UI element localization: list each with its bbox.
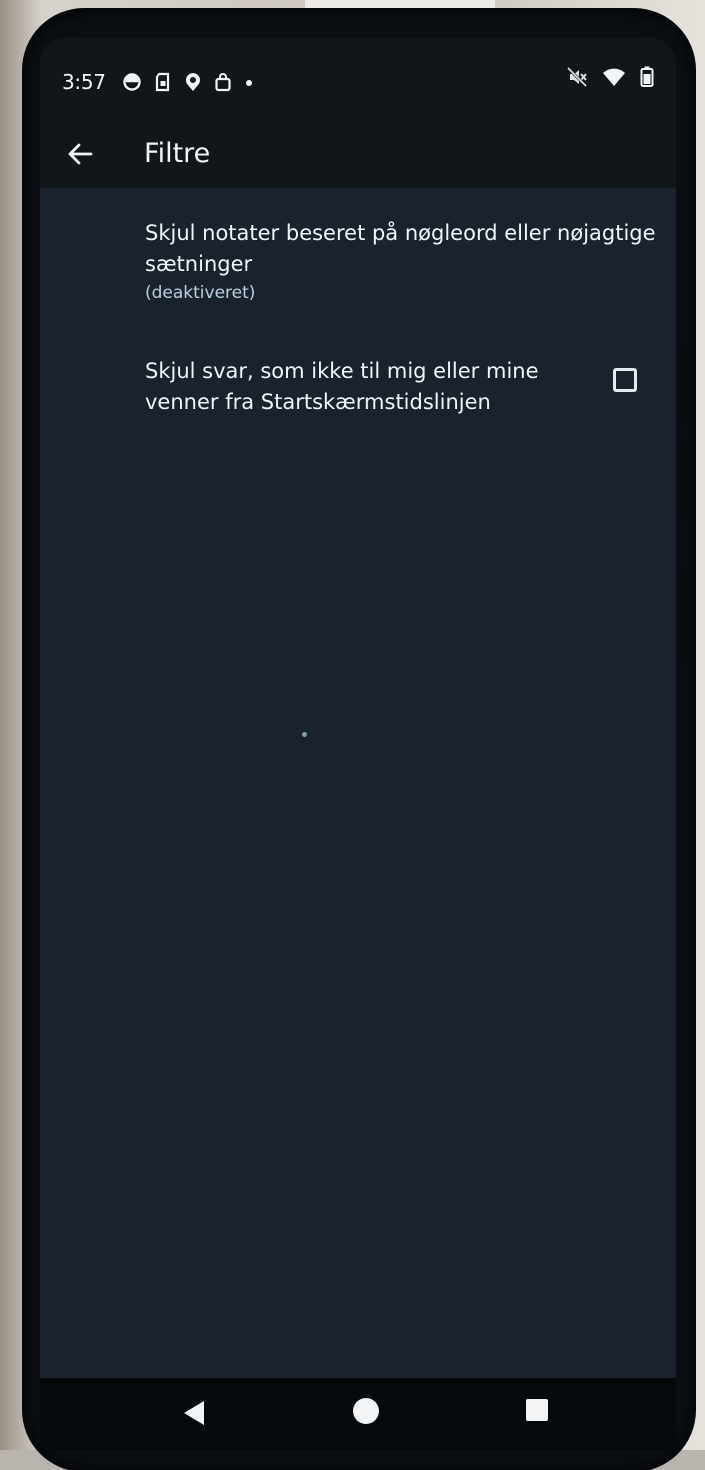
dot-icon [244,72,254,92]
hide-replies-checkbox[interactable] [613,368,637,392]
preference-title: Skjul notater beseret på nøgleord eller … [145,221,656,276]
back-button[interactable] [62,138,98,174]
wifi-icon [602,67,626,91]
preference-hide-replies[interactable]: Skjul svar, som ikke til mig eller mine … [145,356,565,418]
screen-dust-speck [302,732,307,737]
shopping-bag-icon [214,72,232,92]
status-time: 3:57 [62,70,106,94]
status-bar: 3:57 [40,38,676,126]
preference-title: Skjul svar, som ikke til mig eller mine … [145,359,539,414]
screen: 3:57 Filtre Skjul notater beseret på nøg… [40,38,676,1378]
recents-square-icon[interactable] [526,1399,548,1421]
notification-icon [122,72,142,92]
battery-icon [640,66,654,92]
side-button-lower [679,572,687,660]
sim-card-icon [154,72,172,92]
preference-summary: (deaktiveret) [145,283,256,303]
back-triangle-icon[interactable] [182,1400,206,1430]
preferences-list: Skjul notater beseret på nøgleord eller … [40,188,676,1378]
side-button-middle [679,442,687,516]
page-title: Filtre [144,138,211,169]
app-bar: Filtre [40,126,676,188]
home-circle-icon[interactable] [353,1398,379,1424]
side-button-upper [679,350,687,420]
arrow-left-icon [65,139,95,173]
status-icons-right [566,66,654,92]
status-icons-left [122,72,254,92]
mute-icon [566,66,588,92]
navigation-bar [40,1378,676,1450]
preference-hide-notes-by-keywords[interactable]: Skjul notater beseret på nøgleord eller … [145,218,665,306]
map-pin-icon [184,72,202,92]
